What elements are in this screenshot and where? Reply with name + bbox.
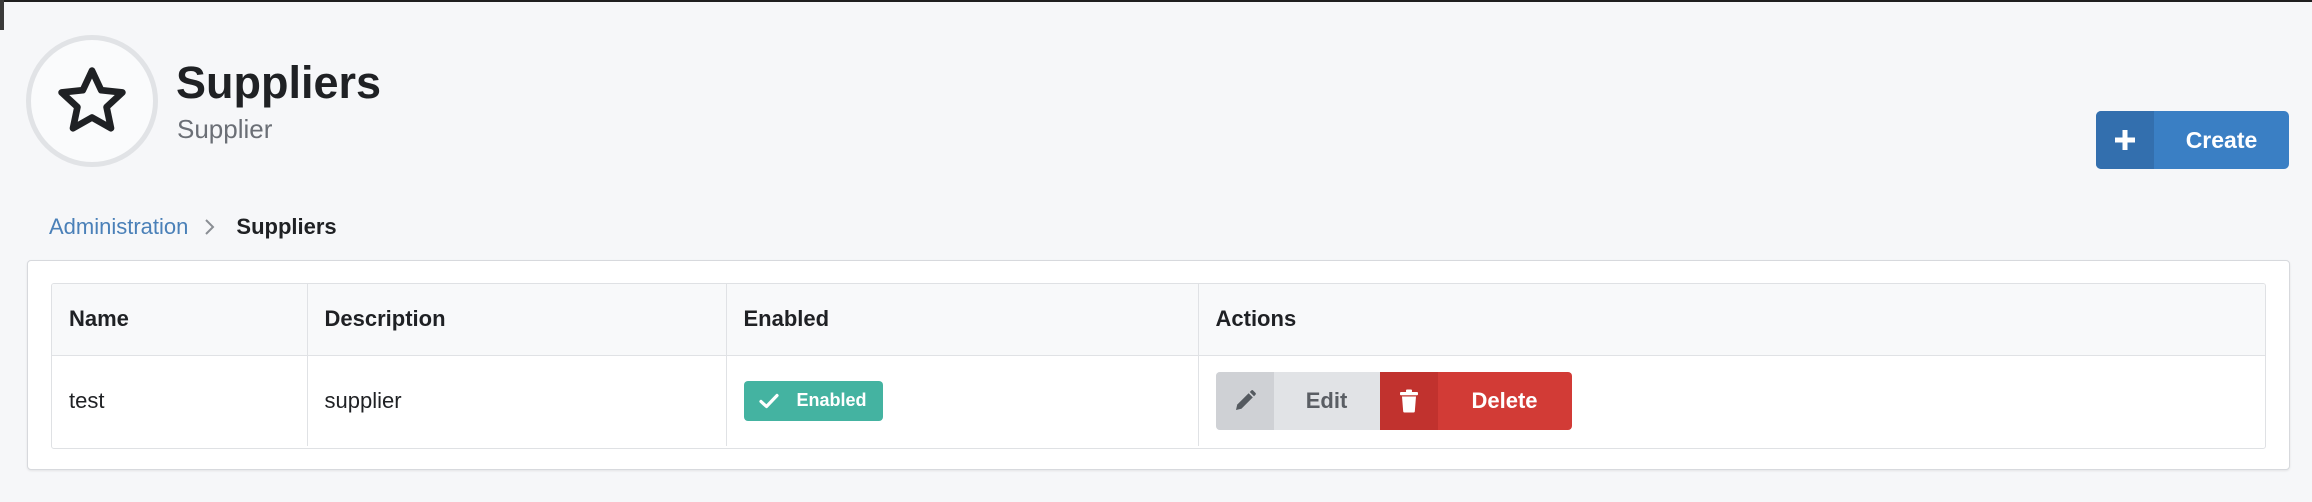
page-icon-circle [26,35,158,167]
column-header-actions: Actions [1198,284,2265,356]
delete-button[interactable]: Delete [1379,371,1572,430]
create-button-icon-box [2096,111,2154,169]
suppliers-table-wrapper: Name Description Enabled Actions test su… [51,283,2266,449]
create-button[interactable]: Create [2096,111,2289,169]
breadcrumb-current: Suppliers [236,214,337,239]
cell-enabled: Enabled [726,355,1199,446]
chevron-right-icon [204,218,216,236]
table-header-row: Name Description Enabled Actions [52,284,2265,356]
edit-button-label: Edit [1305,387,1348,413]
column-header-description: Description [307,284,727,356]
plus-icon [2115,130,2135,150]
column-header-enabled: Enabled [726,284,1199,356]
breadcrumb-link-administration[interactable]: Administration [49,214,188,240]
delete-button-label: Delete [1471,387,1538,413]
star-icon [58,67,126,132]
status-badge: Enabled [743,380,883,421]
suppliers-table: Name Description Enabled Actions test su… [52,284,2265,446]
page-title: Suppliers [176,57,382,108]
window-left-border [0,0,4,30]
edit-button[interactable]: Edit [1215,371,1380,430]
create-button-label: Create [2185,126,2258,153]
column-header-name: Name [52,284,308,356]
pencil-icon [1215,371,1274,430]
cell-actions: Edit Delete [1198,355,2265,446]
trash-icon [1379,371,1438,430]
suppliers-card: Name Description Enabled Actions test su… [27,260,2290,470]
cell-name: test [52,355,308,446]
cell-description: supplier [307,355,727,446]
page-subtitle: Supplier [177,114,273,144]
breadcrumb: Administration Suppliers [49,214,337,240]
table-row: test supplier Enabled Edit Delete [52,355,2265,446]
check-icon [758,393,779,409]
window-top-border [0,0,2312,2]
status-badge-label: Enabled [796,390,867,411]
row-actions: Edit Delete [1215,371,2266,430]
